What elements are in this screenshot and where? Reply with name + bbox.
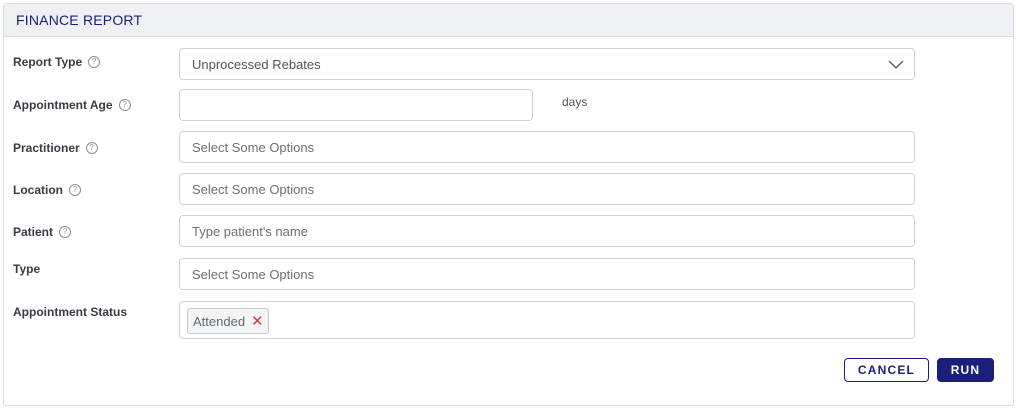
report-type-value: Unprocessed Rebates (192, 56, 321, 72)
days-unit-label: days (562, 95, 588, 109)
appointment-age-input[interactable] (179, 89, 533, 121)
question-circle-icon[interactable]: ? (88, 56, 101, 68)
practitioner-placeholder: Select Some Options (192, 139, 315, 155)
cancel-button[interactable]: CANCEL (844, 358, 929, 382)
selected-tag-label: Attended (193, 313, 246, 329)
type-placeholder: Select Some Options (192, 266, 315, 282)
report-type-select[interactable]: Unprocessed Rebates (179, 48, 915, 80)
panel-header: FINANCE REPORT (4, 4, 1013, 37)
page-title: FINANCE REPORT (16, 12, 143, 28)
practitioner-multiselect[interactable]: Select Some Options (179, 131, 915, 163)
location-multiselect[interactable]: Select Some Options (179, 173, 915, 205)
report-type-label-text: Report Type (13, 55, 83, 69)
location-placeholder: Select Some Options (192, 181, 315, 197)
appointment-age-label: Appointment Age ? (13, 98, 131, 112)
question-circle-icon[interactable]: ? (118, 99, 131, 111)
patient-label-text: Patient (13, 225, 54, 239)
patient-search-input[interactable]: Type patient's name (179, 215, 915, 247)
appointment-status-label: Appointment Status (13, 305, 127, 319)
appointment-age-label-text: Appointment Age (13, 98, 113, 112)
question-circle-icon[interactable]: ? (69, 184, 81, 196)
patient-placeholder: Type patient's name (192, 223, 308, 239)
location-label-text: Location (13, 183, 63, 197)
practitioner-label: Practitioner ? (13, 141, 98, 155)
type-multiselect[interactable]: Select Some Options (179, 258, 915, 290)
question-circle-icon[interactable]: ? (59, 226, 72, 238)
location-label: Location ? (13, 183, 81, 197)
type-label: Type (13, 262, 40, 276)
appointment-status-multiselect[interactable]: Attended ✕ (179, 301, 915, 339)
type-label-text: Type (13, 262, 41, 276)
selected-tag: Attended ✕ (187, 308, 269, 334)
appointment-status-label-text: Appointment Status (13, 305, 127, 319)
report-type-label: Report Type ? (13, 55, 101, 69)
patient-label: Patient ? (13, 225, 72, 239)
question-circle-icon[interactable]: ? (85, 142, 98, 154)
chevron-down-icon (888, 60, 904, 69)
close-icon[interactable]: ✕ (251, 314, 264, 329)
practitioner-label-text: Practitioner (13, 141, 80, 155)
run-button[interactable]: RUN (937, 358, 994, 382)
